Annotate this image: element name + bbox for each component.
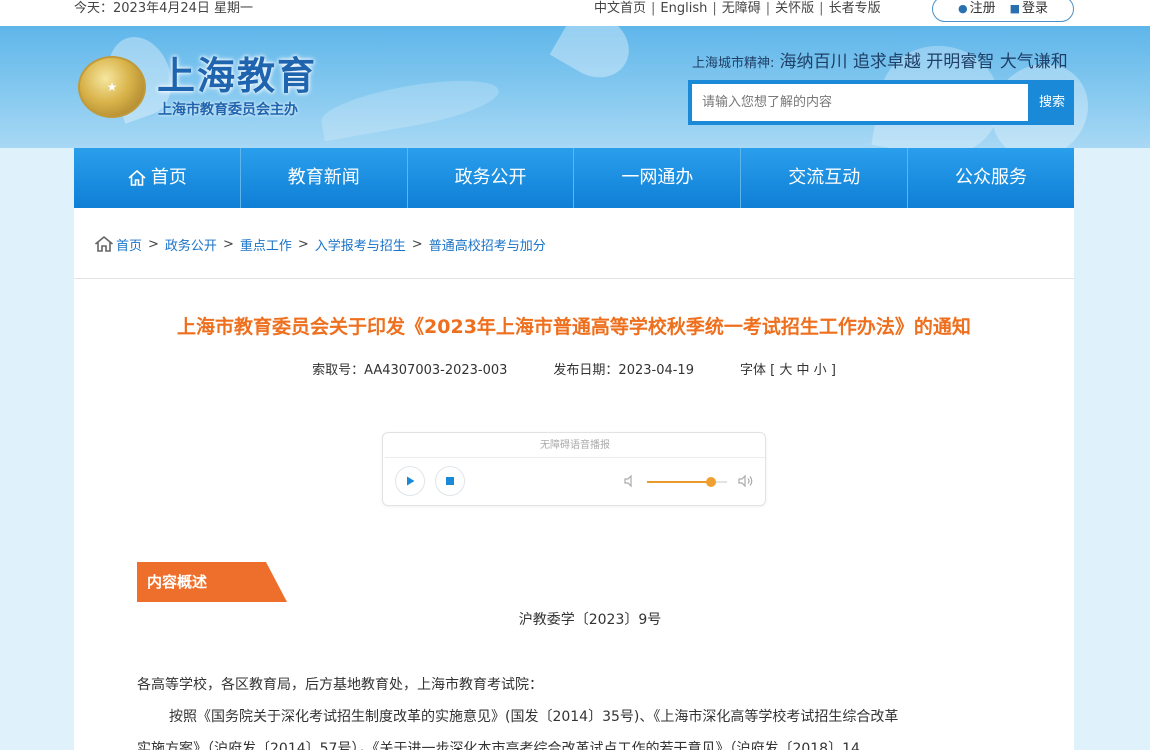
lock-icon: ■ xyxy=(1009,2,1020,15)
audio-player: 无障碍语音播报 xyxy=(382,432,766,506)
nav-item-home[interactable]: 首页 xyxy=(74,148,241,208)
link-care-version[interactable]: 关怀版 xyxy=(775,1,814,16)
font-size-bracket: ] xyxy=(830,363,836,378)
font-size-control: 字体 [ 大 中 小 ] xyxy=(740,363,836,378)
breadcrumb-home[interactable]: 首页 xyxy=(116,235,142,254)
nav-item-label: 教育新闻 xyxy=(287,167,360,188)
search-input[interactable] xyxy=(692,84,1028,121)
account-box: ● 注册 ■ 登录 xyxy=(932,0,1074,22)
breadcrumb: 首页 > 政务公开 > 重点工作 > 入学报考与招生 > 普通高校招考与加分 xyxy=(94,234,546,254)
breadcrumb-separator: > xyxy=(297,236,309,252)
breadcrumb-separator: > xyxy=(411,236,423,252)
audio-player-label: 无障碍语音播报 xyxy=(540,440,610,451)
link-chinese-home[interactable]: 中文首页 xyxy=(594,1,646,16)
logo-title[interactable]: 上海教育 xyxy=(157,54,317,98)
divider xyxy=(74,278,1074,279)
nav-item-label: 政务公开 xyxy=(454,167,527,188)
search-button[interactable]: 搜索 xyxy=(1030,82,1074,123)
link-elder-version[interactable]: 长者专版 xyxy=(829,1,881,16)
stop-icon xyxy=(446,477,454,485)
body-paragraph-line: 按照《国务院关于深化考试招生制度改革的实施意见》(国发〔2014〕35号)、《上… xyxy=(169,709,899,725)
volume-high-icon[interactable] xyxy=(737,473,755,489)
register-label: 注册 xyxy=(969,1,996,16)
document-number: 沪教委学〔2023〕9号 xyxy=(518,612,662,628)
nav-item-interaction[interactable]: 交流互动 xyxy=(741,148,909,208)
top-links: 中文首页 | English | 无障碍 | 关怀版 | 长者专版 xyxy=(594,0,881,18)
nav-item-label: 一网通办 xyxy=(621,167,694,188)
decor-petal xyxy=(317,70,503,142)
font-size-medium[interactable]: 中 xyxy=(797,363,810,378)
volume-low-icon[interactable] xyxy=(623,474,637,488)
publish-date: 发布日期：2023-04-19 xyxy=(553,363,694,378)
link-english[interactable]: English xyxy=(660,1,707,16)
separator: | xyxy=(819,1,824,16)
nav-item-label: 公众服务 xyxy=(955,167,1028,188)
nav-item-online-services[interactable]: 一网通办 xyxy=(574,148,742,208)
section-header-summary: 内容概述 xyxy=(137,562,287,602)
breadcrumb-college-admission[interactable]: 普通高校招考与加分 xyxy=(429,235,546,254)
play-button[interactable] xyxy=(395,466,425,496)
volume-slider-handle[interactable] xyxy=(706,477,716,487)
register-button[interactable]: ● 注册 xyxy=(958,0,996,21)
nav-item-label: 首页 xyxy=(150,167,187,188)
nav-item-label: 交流互动 xyxy=(788,167,861,188)
home-icon xyxy=(94,235,114,252)
login-label: 登录 xyxy=(1022,1,1049,16)
font-size-small[interactable]: 小 xyxy=(814,363,827,378)
body-paragraph-line: 实施方案》（沪府发〔2014〕57号），《关于进一步深化本市高考综合改革试点工作… xyxy=(137,741,860,750)
player-divider xyxy=(385,457,765,458)
decor-petal xyxy=(549,26,641,90)
volume-slider-fill xyxy=(647,481,711,483)
index-number: 索取号：AA4307003-2023-003 xyxy=(312,363,508,378)
breadcrumb-government-affairs[interactable]: 政务公开 xyxy=(165,235,217,254)
nav-item-government-affairs[interactable]: 政务公开 xyxy=(408,148,575,208)
link-accessibility[interactable]: 无障碍 xyxy=(722,1,761,16)
font-size-label: 字体 [ xyxy=(739,363,776,378)
main-nav: 首页 教育新闻 政务公开 一网通办 交流互动 公众服务 xyxy=(74,148,1074,208)
play-icon xyxy=(407,476,415,486)
logo-emblem-icon[interactable]: ★ xyxy=(78,56,146,118)
volume-slider[interactable] xyxy=(647,477,727,487)
home-icon xyxy=(128,169,146,186)
recipients-paragraph: 各高等学校，各区教育局，后方基地教育处，上海市教育考试院： xyxy=(137,677,543,693)
top-bar: 今天：2023年4月24日 星期一 中文首页 | English | 无障碍 | 关怀版 | 长… xyxy=(0,0,1150,26)
font-size-large[interactable]: 大 xyxy=(779,363,792,378)
content-panel: 首页 > 政务公开 > 重点工作 > 入学报考与招生 > 普通高校招考与加分 上海市教育委员会关… xyxy=(74,208,1074,750)
breadcrumb-separator: > xyxy=(222,236,234,252)
login-button[interactable]: ■ 登录 xyxy=(1010,0,1048,21)
separator: | xyxy=(712,1,717,16)
city-spirit-value: 海纳百川 追求卓越 开明睿智 大气谦和 xyxy=(779,52,1068,72)
nav-item-public-services[interactable]: 公众服务 xyxy=(908,148,1074,208)
breadcrumb-key-work[interactable]: 重点工作 xyxy=(240,235,292,254)
today-date: 今天：2023年4月24日 星期一 xyxy=(74,1,254,16)
stop-button[interactable] xyxy=(435,466,465,496)
breadcrumb-separator: > xyxy=(148,236,159,252)
breadcrumb-enrollment[interactable]: 入学报考与招生 xyxy=(315,235,406,254)
separator: | xyxy=(765,1,771,16)
page-title: 上海市教育委员会关于印发《2023年上海市普通高等学校秋季统一考试招生工作办法》… xyxy=(177,316,971,338)
article-meta: 索取号：AA4307003-2023-003 发布日期：2023-04-19 字体 … xyxy=(74,362,1074,380)
user-icon: ● xyxy=(957,2,968,15)
nav-item-education-news[interactable]: 教育新闻 xyxy=(241,148,408,208)
separator: | xyxy=(651,1,656,16)
logo-subtitle: 上海市教育委员会主办 xyxy=(158,102,298,118)
search-box: 搜索 xyxy=(688,80,1074,125)
city-spirit: 上海城市精神: 海纳百川 追求卓越 开明睿智 大气谦和 xyxy=(692,52,1068,74)
city-spirit-label: 上海城市精神: xyxy=(692,56,775,71)
